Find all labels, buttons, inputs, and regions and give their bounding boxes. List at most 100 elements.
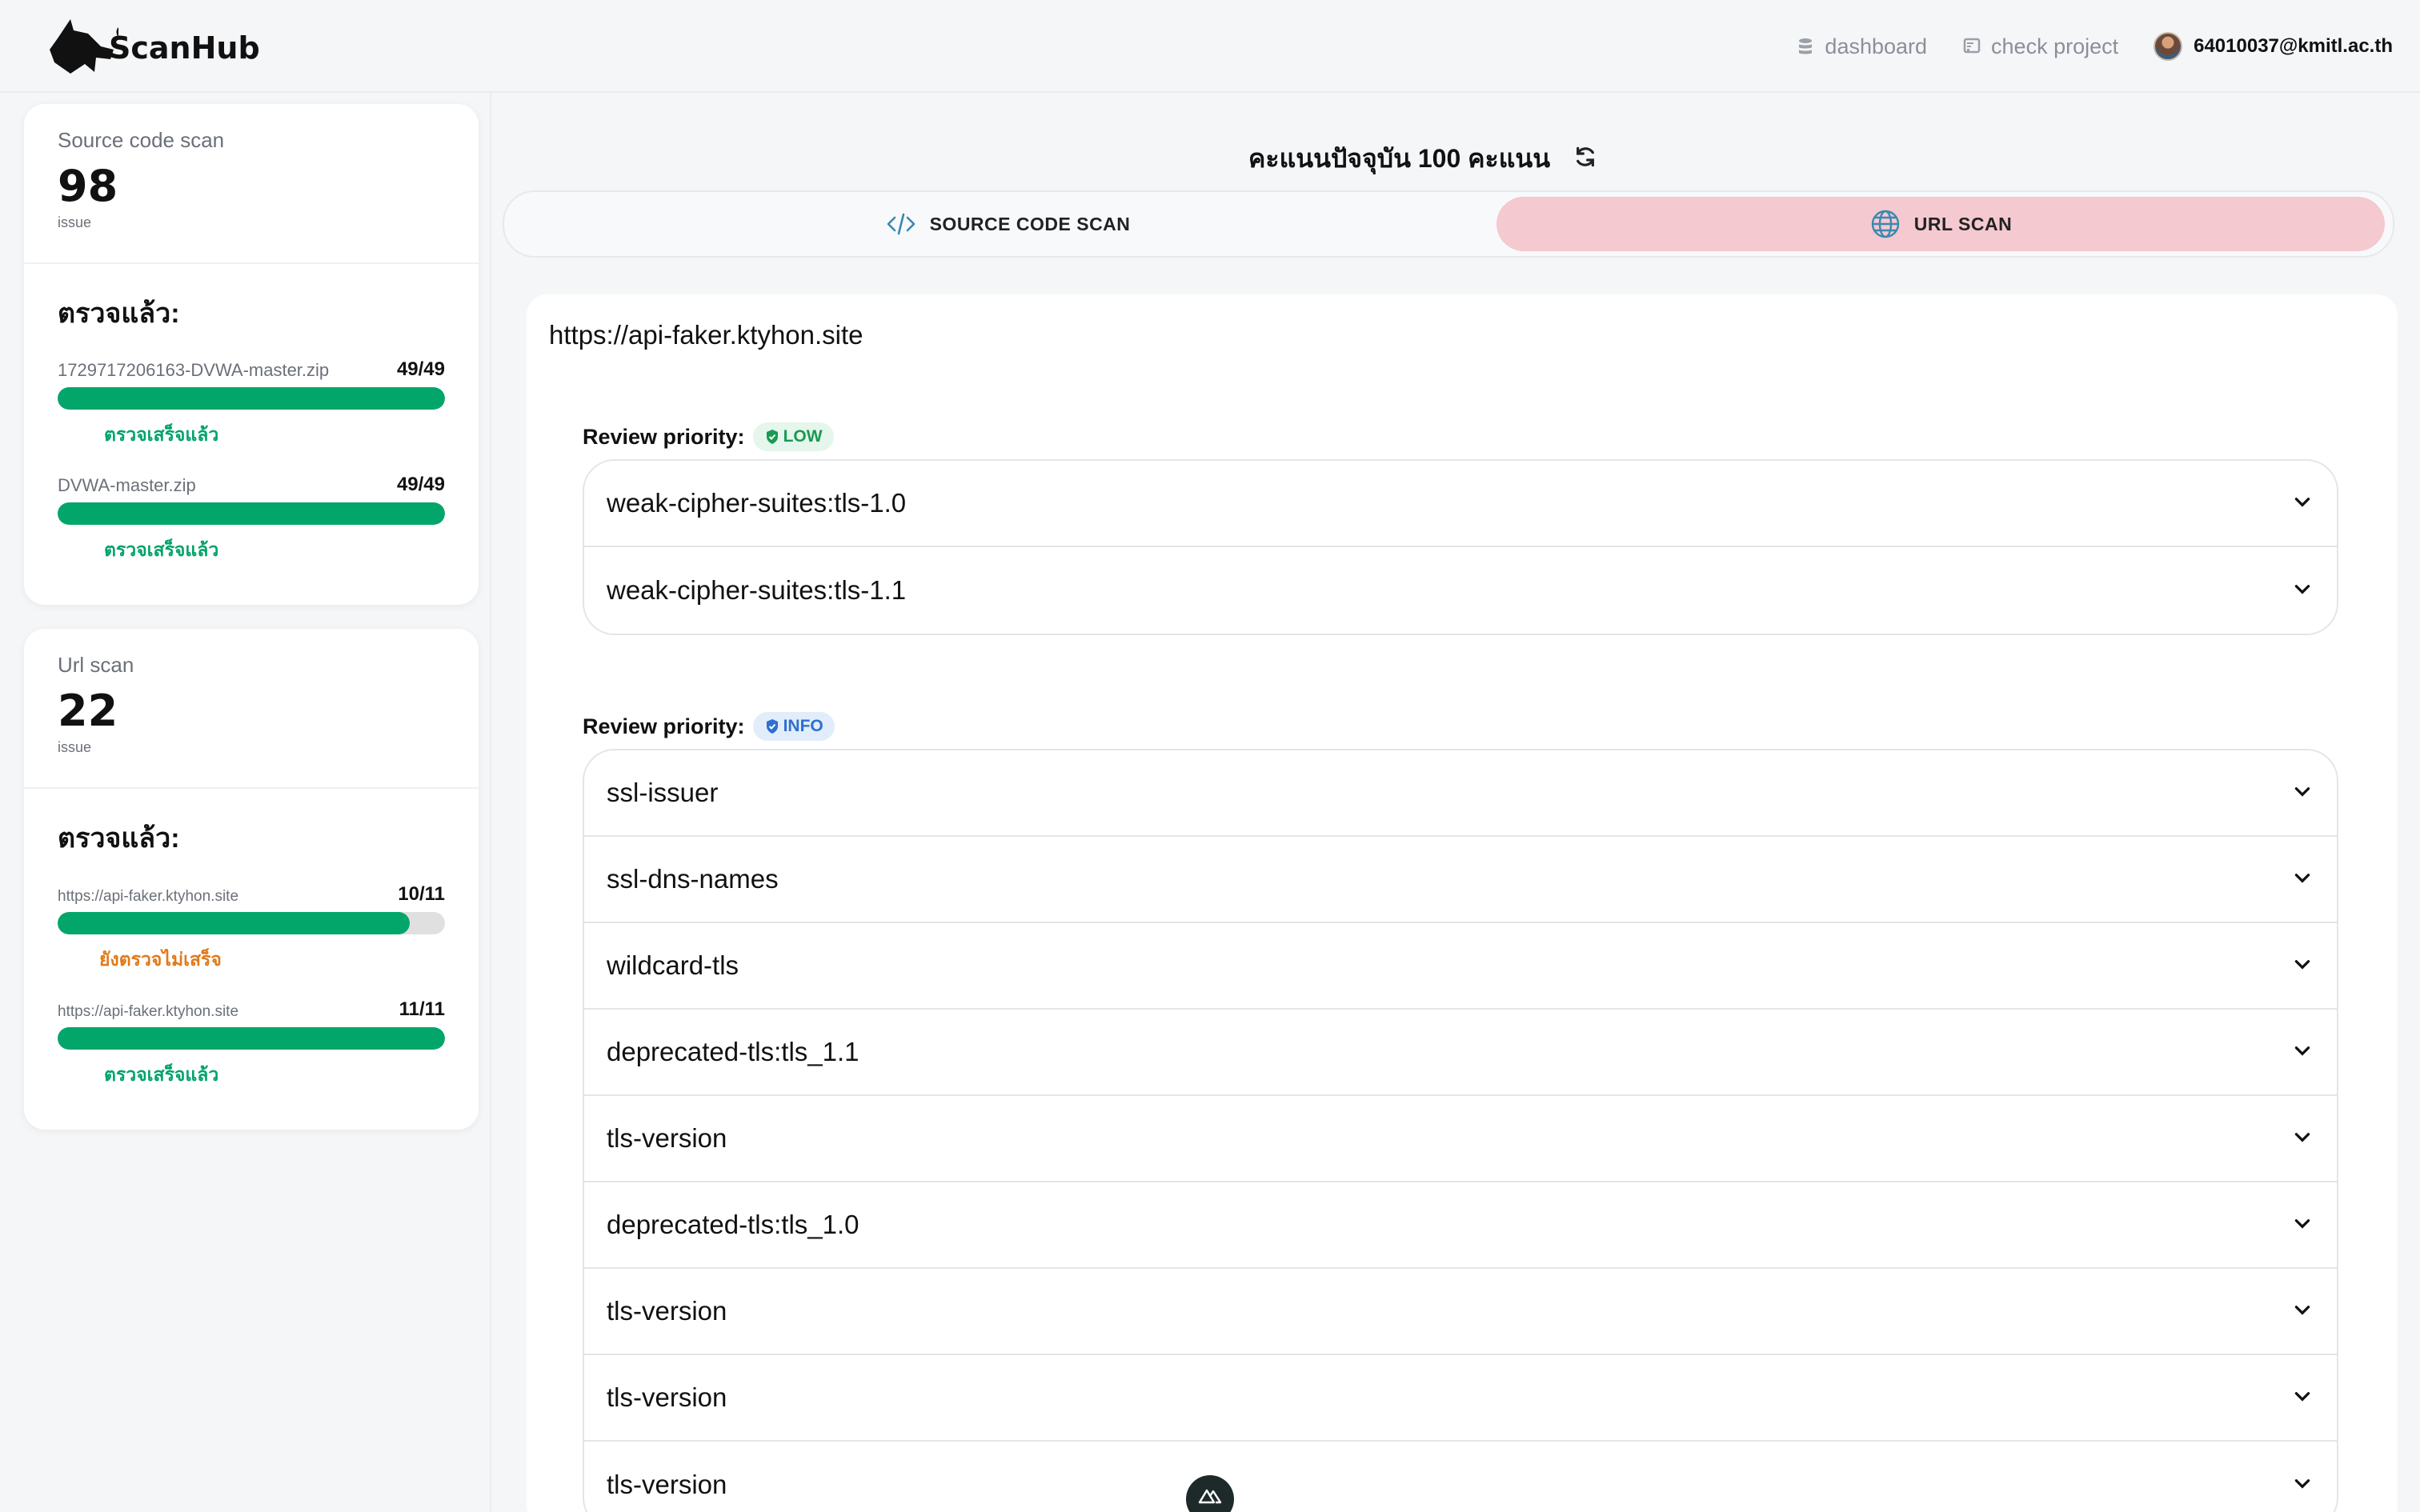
issue-unit: issue [58, 739, 92, 755]
finding-title: wildcard-tls [607, 950, 739, 980]
globe-icon [1871, 210, 1899, 238]
scan-file-name: 1729717206163-DVWA-master.zip [58, 360, 330, 380]
scan-ratio: 49/49 [396, 358, 445, 380]
priority-heading-low: Review priority: LOW [583, 421, 834, 453]
scan-status: ตรวจเสร็จแล้ว [104, 539, 219, 560]
badge-text: LOW [783, 427, 823, 446]
scan-item[interactable]: 1729717206163-DVWA-master.zip 49/49 ตรวจ… [58, 352, 445, 450]
scan-url: https://api-faker.ktyhon.site [58, 1003, 239, 1020]
tab-label: URL SCAN [1913, 213, 2013, 234]
chevron-down-icon [2292, 491, 2313, 516]
priority-heading-info: Review priority: INFO [583, 710, 835, 742]
progress-bar [58, 387, 445, 410]
accordion-item[interactable]: tls-version [584, 1355, 2337, 1442]
accordion-item[interactable]: tls-version [584, 1096, 2337, 1182]
progress-fill [58, 912, 410, 934]
scan-item[interactable]: https://api-faker.ktyhon.site 10/11 ยังต… [58, 877, 445, 974]
issue-count: 22 [58, 686, 118, 736]
nav-check-project-label: check project [1991, 34, 2119, 58]
card-label: Source code scan [58, 128, 225, 152]
scan-ratio: 11/11 [399, 998, 445, 1020]
accordion-item[interactable]: tls-version [584, 1269, 2337, 1355]
card-body: ตรวจแล้ว: 1729717206163-DVWA-master.zip … [24, 264, 479, 610]
progress-bar [58, 1027, 445, 1050]
accordion-item[interactable]: deprecated-tls:tls_1.0 [584, 1182, 2337, 1269]
badge-text: INFO [783, 717, 823, 735]
priority-badge-low: LOW [752, 422, 834, 451]
scan-status: ยังตรวจไม่เสร็จ [99, 949, 222, 970]
issue-unit: issue [58, 214, 92, 230]
user-email: 64010037@kmitl.ac.th [2194, 35, 2393, 57]
scan-status: ตรวจเสร็จแล้ว [104, 1064, 219, 1085]
scan-tabs: SOURCE CODE SCAN URL SCAN [503, 190, 2394, 258]
finding-title: weak-cipher-suites:tls-1.0 [607, 488, 907, 518]
tab-url-scan[interactable]: URL SCAN [1496, 197, 2385, 251]
scan-item[interactable]: https://api-faker.ktyhon.site 11/11 ตรวจ… [58, 992, 445, 1090]
chevron-down-icon [2292, 781, 2313, 806]
refresh-icon [1577, 146, 1595, 166]
chevron-down-icon [2292, 578, 2313, 603]
nav-dashboard[interactable]: dashboard [1796, 34, 1927, 59]
progress-fill [58, 502, 445, 525]
scan-item[interactable]: DVWA-master.zip 49/49 ตรวจเสร็จแล้ว [58, 467, 445, 565]
shield-check-icon [766, 430, 778, 444]
finding-title: tls-version [607, 1382, 727, 1412]
source-code-scan-card: Source code scan 98 issue ตรวจแล้ว: 1729… [24, 104, 479, 605]
finding-title: ssl-dns-names [607, 864, 779, 894]
scan-url: https://api-faker.ktyhon.site [58, 888, 239, 905]
nav-check-project[interactable]: check project [1962, 34, 2118, 59]
priority-label: Review priority: [583, 424, 745, 449]
accordion-item[interactable]: wildcard-tls [584, 923, 2337, 1010]
card-header: Url scan 22 issue [24, 629, 479, 789]
chevron-down-icon [2292, 954, 2313, 978]
chevron-down-icon [2292, 1126, 2313, 1151]
card-header: Source code scan 98 issue [24, 104, 479, 264]
refresh-button[interactable] [1573, 144, 1598, 174]
priority-label: Review priority: [583, 714, 745, 738]
accordion-item[interactable]: ssl-dns-names [584, 837, 2337, 923]
finding-title: ssl-issuer [607, 778, 719, 807]
accordion-info: ssl-issuer ssl-dns-names wildcard-tls de… [583, 749, 2338, 1512]
current-score: คะแนนปัจจุบัน 100 คะแนน [1248, 143, 1551, 173]
chevron-down-icon [2292, 1299, 2313, 1324]
card-label: Url scan [58, 653, 134, 677]
checked-title: ตรวจแล้ว: [58, 298, 180, 329]
accordion-item[interactable]: weak-cipher-suites:tls-1.1 [584, 547, 2337, 634]
chevron-down-icon [2292, 1040, 2313, 1065]
scan-ratio: 10/11 [398, 883, 445, 905]
chevron-down-icon [2292, 1213, 2313, 1238]
project-icon [1963, 38, 1981, 54]
finding-title: deprecated-tls:tls_1.1 [607, 1037, 859, 1066]
finding-title: tls-version [607, 1296, 727, 1326]
chevron-down-icon [2292, 867, 2313, 892]
top-bar: ScanHub dashboard check project 64010037… [0, 0, 2420, 93]
scan-file-name: DVWA-master.zip [58, 475, 196, 495]
finding-title: deprecated-tls:tls_1.0 [607, 1210, 859, 1239]
issue-count: 98 [58, 161, 118, 211]
finding-title: tls-version [607, 1470, 727, 1499]
progress-fill [58, 387, 445, 410]
accordion-item[interactable]: tls-version [584, 1442, 2337, 1512]
finding-title: weak-cipher-suites:tls-1.1 [607, 575, 907, 605]
logo[interactable]: ScanHub [46, 14, 260, 78]
top-nav: dashboard check project 64010037@kmitl.a… [1796, 26, 2393, 67]
tab-label: SOURCE CODE SCAN [929, 213, 1131, 234]
accordion-item[interactable]: deprecated-tls:tls_1.1 [584, 1010, 2337, 1096]
accordion-low: weak-cipher-suites:tls-1.0 weak-cipher-s… [583, 459, 2338, 635]
progress-fill [58, 1027, 445, 1050]
tab-source-code-scan[interactable]: SOURCE CODE SCAN [512, 197, 1503, 251]
user-menu[interactable]: 64010037@kmitl.ac.th [2154, 32, 2393, 61]
accordion-item[interactable]: ssl-issuer [584, 750, 2337, 837]
card-body: ตรวจแล้ว: https://api-faker.ktyhon.site … [24, 789, 479, 1134]
scan-status: ตรวจเสร็จแล้ว [104, 424, 219, 445]
chevron-down-icon [2292, 1386, 2313, 1410]
nuxt-icon [1198, 1489, 1222, 1504]
sidebar: Source code scan 98 issue ตรวจแล้ว: 1729… [0, 93, 491, 1512]
accordion-item[interactable]: weak-cipher-suites:tls-1.0 [584, 461, 2337, 547]
code-icon [887, 213, 915, 235]
scan-ratio: 49/49 [396, 474, 445, 495]
progress-bar [58, 502, 445, 525]
url-scan-card: Url scan 22 issue ตรวจแล้ว: https://api-… [24, 629, 479, 1130]
url-scan-panel: https://api-faker.ktyhon.site Review pri… [527, 294, 2398, 1512]
avatar [2154, 32, 2183, 61]
